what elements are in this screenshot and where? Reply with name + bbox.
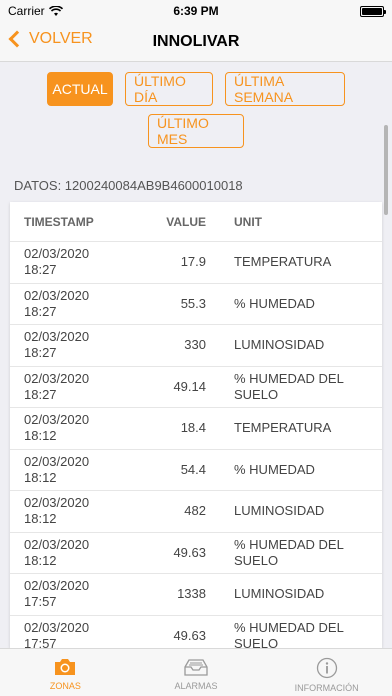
table-row: 02/03/2020 18:12 54.4 % HUMEDAD [10,450,382,491]
row-unit: LUMINOSIDAD [234,586,325,602]
row-timestamp: 02/03/2020 18:27 [24,246,90,278]
filter-row-2: ÚLTIMO MES [0,114,392,148]
row-unit: LUMINOSIDAD [234,337,325,353]
filter-ultimo-mes-button[interactable]: ÚLTIMO MES [148,114,244,148]
status-left: Carrier [8,4,63,18]
filter-ultima-semana-button[interactable]: ÚLTIMA SEMANA [225,72,345,106]
battery-fill [362,7,382,15]
tab-zonas[interactable]: ZONAS [0,649,131,696]
filter-actual-button[interactable]: ACTUAL [47,72,113,106]
row-value: 49.14 [173,378,206,394]
inbox-icon [184,659,208,676]
row-timestamp: 02/03/2020 18:12 [24,412,90,444]
row-unit: % HUMEDAD [234,295,315,311]
tab-informacion-label: INFORMACIÓN [294,683,359,693]
data-table: TIMESTAMP VALUE UNIT 02/03/2020 18:27 17.… [10,202,382,648]
table-row: 02/03/2020 18:27 49.14 % HUMEDAD DEL SUELO [10,367,382,408]
tab-informacion[interactable]: INFORMACIÓN [261,649,392,696]
row-unit: % HUMEDAD DEL SUELO [234,619,344,648]
row-timestamp: 02/03/2020 18:12 [24,453,90,485]
row-value: 1338 [177,586,206,602]
status-bar: Carrier 6:39 PM [0,0,392,22]
tab-zonas-label: ZONAS [49,681,81,691]
camera-icon [55,659,76,675]
time-filters: ACTUAL ÚLTIMO DÍA ÚLTIMA SEMANA ÚLTIMO M… [0,72,392,156]
table-row: 02/03/2020 17:57 1338 LUMINOSIDAD [10,574,382,616]
header-timestamp: TIMESTAMP [24,214,94,229]
row-unit: TEMPERATURA [234,254,332,270]
device-id-label: DATOS: 1200240084AB9B4600010018 [14,178,243,193]
tab-bar: ZONAS ALARMAS INFORMACIÓN [0,648,392,696]
row-timestamp: 02/03/2020 18:27 [24,329,90,361]
row-timestamp: 02/03/2020 17:57 [24,578,90,610]
row-value: 482 [184,503,206,519]
row-timestamp: 02/03/2020 18:12 [24,495,90,527]
scrollbar[interactable] [384,125,388,215]
header-unit: UNIT [234,214,262,229]
row-unit: LUMINOSIDAD [234,503,325,519]
carrier-label: Carrier [8,4,45,18]
table-row: 02/03/2020 18:12 18.4 TEMPERATURA [10,408,382,450]
row-unit: % HUMEDAD DEL SUELO [234,370,344,402]
table-row: 02/03/2020 18:12 482 LUMINOSIDAD [10,491,382,533]
table-row: 02/03/2020 18:27 55.3 % HUMEDAD [10,284,382,325]
chevron-left-icon [8,30,26,48]
row-value: 330 [184,337,206,353]
back-button-label: VOLVER [29,30,93,47]
row-timestamp: 02/03/2020 17:57 [24,619,90,648]
row-timestamp: 02/03/2020 18:12 [24,536,90,568]
filter-row-1: ACTUAL ÚLTIMO DÍA ÚLTIMA SEMANA [0,72,392,106]
table-row: 02/03/2020 18:27 330 LUMINOSIDAD [10,325,382,367]
table-row: 02/03/2020 17:57 49.63 % HUMEDAD DEL SUELO [10,616,382,648]
row-value: 18.4 [180,420,206,436]
table-body: 02/03/2020 18:27 17.9 TEMPERATURA 02/03/202… [10,242,382,648]
row-timestamp: 02/03/2020 18:27 [24,370,90,402]
info-icon [316,657,337,679]
filter-ultimo-dia-button[interactable]: ÚLTIMO DÍA [125,72,213,106]
table-row: 02/03/2020 18:12 49.63 % HUMEDAD DEL SUELO [10,533,382,574]
row-unit: TEMPERATURA [234,420,332,436]
row-value: 49.63 [173,627,206,643]
row-value: 55.3 [180,295,206,311]
tab-alarmas-label: ALARMAS [174,681,218,691]
row-unit: % HUMEDAD DEL SUELO [234,536,344,568]
nav-bar: VOLVER INNOLIVAR [0,22,392,62]
row-value: 54.4 [180,461,206,477]
table-row: 02/03/2020 18:27 17.9 TEMPERATURA [10,242,382,284]
row-value: 17.9 [180,254,206,270]
battery-icon [360,5,386,17]
row-unit: % HUMEDAD [234,461,315,477]
table-header: TIMESTAMP VALUE UNIT [10,202,382,242]
header-value: VALUE [166,214,206,229]
row-timestamp: 02/03/2020 18:27 [24,287,90,319]
wifi-icon [48,5,63,16]
tab-alarmas[interactable]: ALARMAS [131,649,262,696]
back-button[interactable]: VOLVER [8,30,93,48]
row-value: 49.63 [173,544,206,560]
